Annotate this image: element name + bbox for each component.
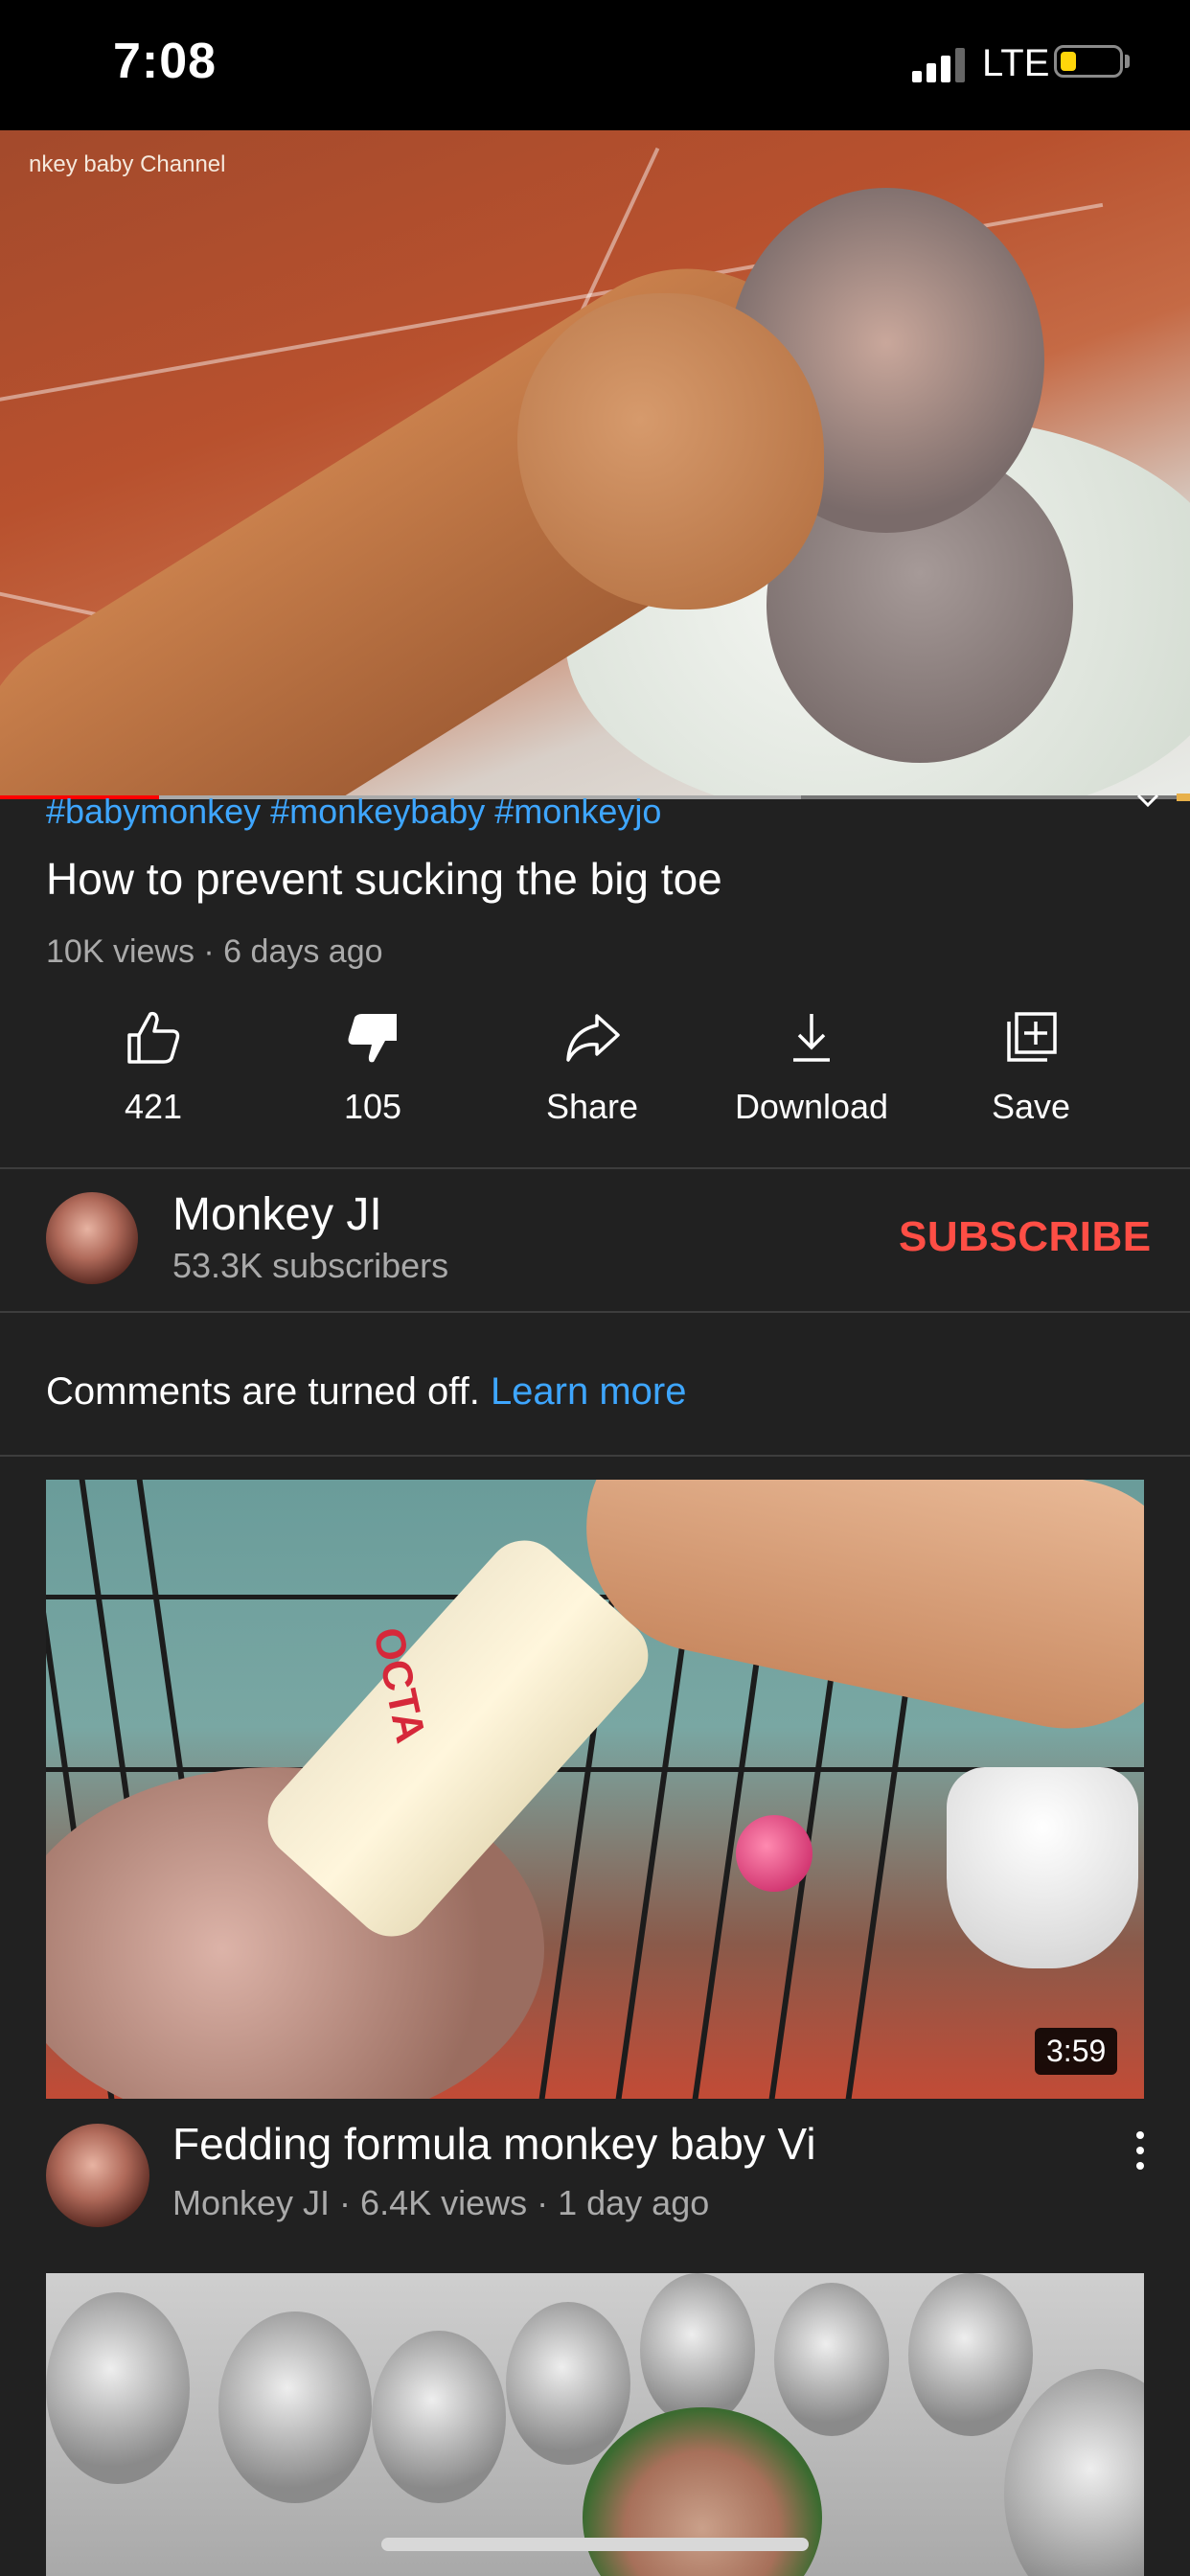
video-watermark: nkey baby Channel: [29, 151, 226, 177]
video-duration-badge: 3:59: [1035, 2028, 1118, 2075]
divider: [0, 1167, 1190, 1169]
progress-end-marker: [1177, 794, 1190, 801]
save-button[interactable]: Save: [921, 1008, 1141, 1142]
share-icon: [566, 1014, 620, 1062]
more-options-icon[interactable]: [1129, 2129, 1152, 2172]
comments-off-text: Comments are turned off.: [46, 1370, 480, 1413]
thumb-hand: [562, 1480, 1144, 1752]
download-button[interactable]: Download: [701, 1008, 922, 1142]
subscribe-button[interactable]: SUBSCRIBE: [899, 1213, 1152, 1261]
video-hashtags[interactable]: #babymonkey #monkeybaby #monkeyjo: [46, 792, 661, 832]
like-count: 421: [124, 1087, 183, 1126]
channel-subscribers: 53.3K subscribers: [172, 1246, 449, 1285]
comments-notice: Comments are turned off. Learn more: [46, 1370, 687, 1414]
network-type: LTE: [982, 42, 1050, 84]
share-label: Share: [545, 1087, 639, 1126]
thumb-toy-ball: [736, 1815, 812, 1892]
recommended-video-meta: Monkey JI · 6.4K views · 1 day ago: [172, 2183, 710, 2222]
recommended-video-title[interactable]: Fedding formula monkey baby Vi: [172, 2118, 816, 2170]
cellular-signal-icon: [912, 48, 965, 82]
home-indicator[interactable]: [381, 2538, 809, 2551]
video-meta: 10K views · 6 days ago: [46, 933, 383, 970]
video-player[interactable]: nkey baby Channel: [0, 130, 1190, 797]
divider: [0, 1311, 1190, 1313]
download-label: Download: [734, 1087, 889, 1126]
save-label: Save: [991, 1087, 1071, 1126]
action-bar: 421 105 Share Download Save: [0, 1008, 1190, 1142]
status-time: 7:08: [113, 34, 217, 89]
dislike-count: 105: [343, 1087, 402, 1126]
save-icon: [1007, 1012, 1057, 1062]
thumbs-down-icon: [348, 1014, 397, 1063]
video-title[interactable]: How to prevent sucking the big toe: [46, 853, 722, 905]
dislike-button[interactable]: 105: [263, 1008, 483, 1142]
recommended-video-thumbnail-2[interactable]: [46, 2273, 1144, 2576]
download-icon: [793, 1014, 830, 1062]
channel-name[interactable]: Monkey JI: [172, 1188, 382, 1241]
like-button[interactable]: 421: [43, 1008, 263, 1142]
status-bar: 7:08 LTE: [0, 0, 1190, 130]
share-button[interactable]: Share: [482, 1008, 702, 1142]
chevron-down-icon[interactable]: [1134, 792, 1161, 811]
divider: [0, 1455, 1190, 1457]
thumb-flower-pot: [947, 1767, 1138, 1968]
learn-more-link[interactable]: Learn more: [491, 1370, 687, 1413]
recommended-video-thumbnail[interactable]: OCTA: [46, 1480, 1144, 2099]
thumbs-up-icon: [127, 1011, 180, 1064]
battery-icon: [1054, 45, 1123, 78]
recommended-channel-avatar[interactable]: [46, 2124, 149, 2227]
channel-avatar[interactable]: [46, 1192, 138, 1284]
battery-tip: [1125, 55, 1130, 68]
